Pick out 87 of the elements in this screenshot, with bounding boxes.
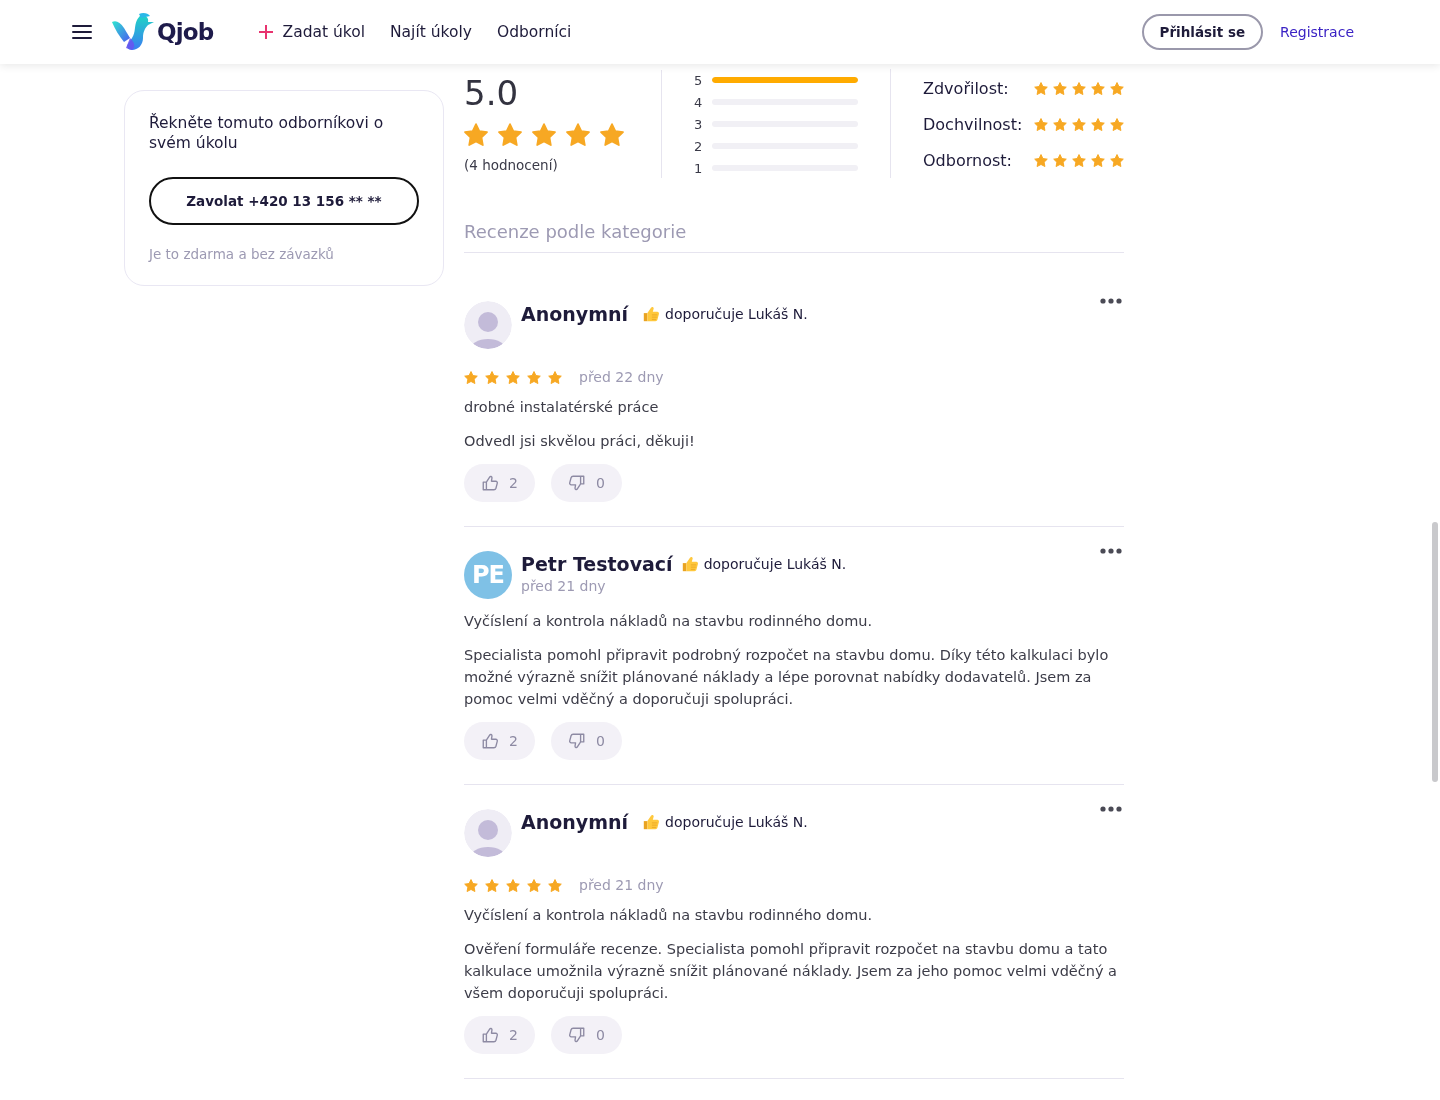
thumbs-up-icon <box>481 732 499 750</box>
star-icon <box>464 878 478 892</box>
star-icon <box>464 123 488 146</box>
avatar-initials: PE <box>464 551 512 599</box>
star-icon <box>1091 81 1105 95</box>
review-date: před 21 dny <box>579 876 664 894</box>
recommendation-text: doporučuje Lukáš N. <box>665 814 808 830</box>
more-button[interactable] <box>1100 806 1122 812</box>
scrollbar-thumb[interactable] <box>1432 522 1438 782</box>
plus-icon <box>258 25 273 39</box>
call-button[interactable]: Zavolat +420 13 156 ** ** <box>149 177 419 225</box>
more-button[interactable] <box>1100 298 1122 304</box>
star-icon <box>1053 117 1067 131</box>
nav-link[interactable]: Zadat úkol <box>258 23 365 41</box>
histogram-label: 4 <box>694 94 704 110</box>
histogram-label: 1 <box>694 160 704 176</box>
star-icon <box>1072 153 1086 167</box>
category-label: Dochvilnost: <box>923 114 1023 134</box>
logo-icon <box>110 12 156 52</box>
card-prompt: Řekněte tomuto odborníkovi o svém úkolu <box>149 113 385 153</box>
star-icon <box>1034 81 1048 95</box>
review-text: Specialista pomohl připravit podrobný rozpočet na stavbu domu. Díky této kalkulaci bylo možné výrazně snížit plánované náklady a lépe porovnat nabídky dodavatelů. Jsem za pomoc velmi vděčný a doporučuji spolupráci. <box>464 646 1110 709</box>
review-title: Vyčíslení a kontrola nákladů na stavbu rodinného domu. <box>464 612 874 631</box>
star-icon <box>548 370 562 384</box>
star-icon <box>485 878 499 892</box>
nav-link[interactable]: Najít úkoly <box>390 23 472 41</box>
histogram-label: 5 <box>694 72 704 88</box>
review-text: Ověření formuláře recenze. Specialista pomohl připravit rozpočet na stavbu domu a tato kalkulace umožnila výrazně snížit plánované náklady. Jsem za jeho pomoc velmi vděčný a všem doporučuji spolupráci. <box>464 940 1118 1003</box>
star-icon <box>1091 153 1105 167</box>
more-button[interactable] <box>1100 548 1122 554</box>
review-date: před 21 dny <box>521 577 606 595</box>
recommendation-text: doporučuje Lukáš N. <box>665 306 808 322</box>
review-date: před 22 dny <box>579 368 664 386</box>
star-icon <box>1072 117 1086 131</box>
review-title: drobné instalatérské práce <box>464 398 660 417</box>
thumbs-up-icon <box>481 474 499 492</box>
thumbs-down-icon <box>567 1026 586 1044</box>
reviewer-name: Anonymní <box>521 811 629 833</box>
thumbs-up-icon <box>680 555 699 573</box>
reviewer-name: Anonymní <box>521 303 629 325</box>
star-icon <box>1072 81 1086 95</box>
category-label: Zdvořilost: <box>923 78 1009 98</box>
ellipsis-icon <box>1100 806 1122 812</box>
star-icon <box>1053 81 1067 95</box>
star-icon <box>1034 153 1048 167</box>
avatar-icon <box>464 301 512 349</box>
star-icon <box>464 370 478 384</box>
star-icon <box>506 878 520 892</box>
star-icon <box>1034 117 1048 131</box>
ellipsis-icon <box>1100 298 1122 304</box>
star-icon <box>1110 117 1124 131</box>
register-link[interactable]: Registrace <box>1280 24 1354 40</box>
logo-link[interactable]: Qjob <box>110 12 214 52</box>
review-text: Odvedl jsi skvělou práci, děkuji! <box>464 432 696 451</box>
star-icon <box>527 878 541 892</box>
thumbs-up-icon <box>642 813 661 831</box>
star-icon <box>566 123 590 146</box>
star-icon <box>1110 81 1124 95</box>
rating-count: (4 hodnocení) <box>464 156 559 175</box>
rating-score: 5.0 <box>464 72 520 113</box>
star-icon <box>1091 117 1105 131</box>
star-icon <box>506 370 520 384</box>
avatar-icon <box>464 809 512 857</box>
recommendation-text: doporučuje Lukáš N. <box>703 556 847 572</box>
reviewer-name: Petr Testovací <box>521 553 673 575</box>
reviews-heading: Recenze podle kategorie <box>464 220 1124 253</box>
star-icon <box>485 370 499 384</box>
star-icon <box>1110 153 1124 167</box>
star-icon <box>532 123 556 146</box>
thumbs-up-icon <box>481 1026 499 1044</box>
nav-link[interactable]: Odborníci <box>496 23 572 41</box>
card-note: Je to zdarma a bez závazků <box>149 245 335 264</box>
thumbs-down-icon <box>567 474 586 492</box>
star-icon <box>498 123 522 146</box>
ellipsis-icon <box>1100 548 1122 554</box>
category-label: Odbornost: <box>923 150 1012 170</box>
review-title: Vyčíslení a kontrola nákladů na stavbu rodinného domu. <box>464 906 874 925</box>
star-icon <box>548 878 562 892</box>
menu-icon[interactable] <box>72 25 92 39</box>
login-button[interactable]: Přihlásit se <box>1141 14 1264 50</box>
thumbs-down-icon <box>567 732 586 750</box>
histogram-label: 2 <box>694 138 704 154</box>
histogram-label: 3 <box>694 116 704 132</box>
star-icon <box>1053 153 1067 167</box>
thumbs-up-icon <box>642 305 661 323</box>
star-icon <box>527 370 541 384</box>
star-icon <box>600 123 624 146</box>
